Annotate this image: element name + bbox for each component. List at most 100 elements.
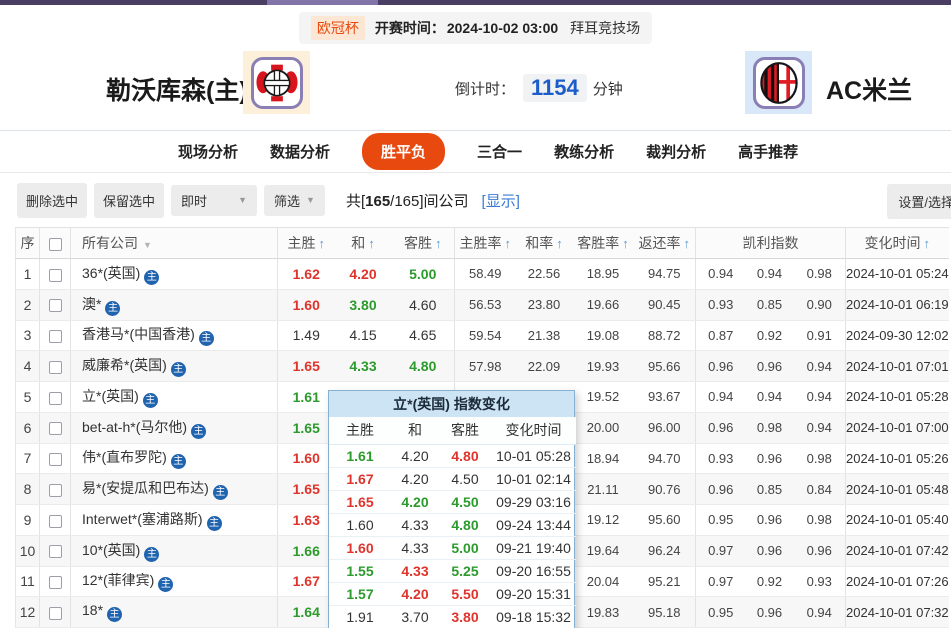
select-all-checkbox[interactable] — [48, 237, 62, 251]
company-filter-icon[interactable]: ▼ — [143, 240, 152, 250]
draw-odds-cell[interactable]: 4.20 — [334, 258, 392, 290]
change-time-cell: 2024-10-01 05:24 — [845, 258, 949, 290]
home-odds-cell[interactable]: 1.62 — [277, 258, 335, 290]
col-home-rate[interactable]: 主胜率 ↑ — [454, 227, 516, 259]
home-odds-cell[interactable]: 1.49 — [277, 320, 335, 352]
home-odds-cell[interactable]: 1.60 — [277, 443, 335, 475]
row-index: 11 — [15, 566, 40, 598]
popup-change-time: 09-29 03:16 — [491, 490, 576, 514]
company-cell[interactable]: 伟*(直布罗陀) 主 — [70, 443, 278, 475]
settings-button[interactable]: 设置/选择 — [887, 184, 951, 219]
nav-tab[interactable]: 高手推荐 — [738, 141, 798, 162]
company-cell[interactable]: 澳* 主 — [70, 289, 278, 321]
row-checkbox[interactable] — [48, 330, 62, 344]
home-odds-cell[interactable]: 1.67 — [277, 566, 335, 598]
home-team-name: 勒沃库森(主) — [106, 77, 248, 105]
nav-tab[interactable]: 裁判分析 — [646, 141, 706, 162]
col-payout[interactable]: 返还率 ↑ — [633, 227, 696, 259]
col-away-rate[interactable]: 客胜率 ↑ — [572, 227, 634, 259]
odds-mode-value: 即时 — [181, 193, 208, 209]
row-index: 7 — [15, 443, 40, 475]
row-checkbox[interactable] — [48, 360, 62, 374]
col-draw-odds[interactable]: 和 ↑ — [334, 227, 392, 259]
col-change-time[interactable]: 变化时间 ↑ — [845, 227, 949, 259]
company-cell[interactable]: 18* 主 — [70, 596, 278, 628]
company-cell[interactable]: 易*(安提瓜和巴布达) 主 — [70, 473, 278, 505]
popup-col-time: 变化时间 — [491, 417, 576, 445]
home-odds-cell[interactable]: 1.64 — [277, 596, 335, 628]
nav-tab[interactable]: 胜平负 — [362, 133, 446, 170]
company-cell[interactable]: 36*(英国) 主 — [70, 258, 278, 290]
filter-dropdown[interactable]: 筛选 ▼ — [264, 184, 325, 216]
kelly-home-cell: 0.97 — [695, 566, 746, 598]
odds-mode-dropdown[interactable]: 即时 ▼ — [171, 184, 258, 216]
row-checkbox[interactable] — [48, 483, 62, 497]
nav-tab[interactable]: 数据分析 — [270, 141, 330, 162]
col-company[interactable]: 所有公司 ▼ — [70, 227, 278, 259]
row-checkbox[interactable] — [48, 453, 62, 467]
venue-name: 拜耳竞技场 — [570, 20, 641, 36]
away-odds-cell[interactable]: 4.60 — [391, 289, 455, 321]
popup-home-odds-cell: 1.57 — [329, 582, 391, 606]
popup-row: 1.65 4.20 4.50 09-29 03:16 — [329, 490, 576, 514]
kelly-away-cell: 0.94 — [793, 412, 846, 444]
home-odds-cell[interactable]: 1.65 — [277, 412, 335, 444]
company-cell[interactable]: 威廉希*(英国) 主 — [70, 350, 278, 382]
nav-tab[interactable]: 现场分析 — [178, 141, 238, 162]
row-checkbox[interactable] — [48, 576, 62, 590]
home-rate-cell: 59.54 — [454, 320, 516, 352]
away-rate-cell: 19.66 — [572, 289, 634, 321]
away-odds-cell[interactable]: 4.65 — [391, 320, 455, 352]
payout-cell: 93.67 — [633, 381, 696, 413]
row-checkbox[interactable] — [48, 545, 62, 559]
row-checkbox[interactable] — [48, 514, 62, 528]
home-odds-cell[interactable]: 1.63 — [277, 504, 335, 536]
home-odds-cell[interactable]: 1.61 — [277, 381, 335, 413]
row-checkbox[interactable] — [48, 268, 62, 282]
company-cell[interactable]: bet-at-h*(马尔他) 主 — [70, 412, 278, 444]
keep-selected-button[interactable]: 保留选中 — [94, 182, 165, 218]
sort-asc-icon: ↑ — [622, 236, 629, 251]
company-cell[interactable]: 立*(英国) 主 — [70, 381, 278, 413]
home-odds-cell[interactable]: 1.60 — [277, 289, 335, 321]
kelly-draw-cell: 0.92 — [745, 320, 794, 352]
popup-away-odds-cell: 4.50 — [439, 467, 491, 491]
col-draw-rate[interactable]: 和率 ↑ — [515, 227, 573, 259]
col-away-odds[interactable]: 客胜 ↑ — [391, 227, 455, 259]
draw-odds-cell[interactable]: 4.33 — [334, 350, 392, 382]
row-select-cell — [39, 566, 71, 598]
row-checkbox[interactable] — [48, 606, 62, 620]
home-rate-cell: 57.98 — [454, 350, 516, 382]
home-odds-cell[interactable]: 1.65 — [277, 350, 335, 382]
row-checkbox[interactable] — [48, 391, 62, 405]
company-cell[interactable]: 香港马*(中国香港) 主 — [70, 320, 278, 352]
company-cell[interactable]: 10*(英国) 主 — [70, 535, 278, 567]
home-odds-cell[interactable]: 1.65 — [277, 473, 335, 505]
away-odds-cell[interactable]: 4.80 — [391, 350, 455, 382]
countdown: 倒计时： 1154 分钟 — [455, 74, 623, 102]
nav-tab[interactable]: 三合一 — [477, 141, 522, 162]
away-team-logo — [745, 51, 812, 114]
show-link[interactable]: [显示] — [482, 190, 520, 211]
home-badge-icon: 主 — [158, 577, 174, 593]
home-team-logo-frame — [250, 56, 303, 109]
delete-selected-button[interactable]: 删除选中 — [17, 182, 88, 218]
row-checkbox[interactable] — [48, 299, 62, 313]
change-time-cell: 2024-10-01 06:19 — [845, 289, 949, 321]
company-cell[interactable]: 12*(菲律宾) 主 — [70, 566, 278, 598]
row-index: 5 — [15, 381, 40, 413]
company-cell[interactable]: Interwet*(塞浦路斯) 主 — [70, 504, 278, 536]
nav-tab[interactable]: 教练分析 — [554, 141, 614, 162]
col-home-odds[interactable]: 主胜 ↑ — [277, 227, 335, 259]
away-odds-cell[interactable]: 5.00 — [391, 258, 455, 290]
col-away-label: 客胜 — [404, 235, 432, 251]
kickoff-time: 2024-10-02 03:00 — [446, 20, 559, 36]
league-badge: 欧冠杯 — [310, 16, 365, 40]
sort-asc-icon: ↑ — [504, 236, 512, 251]
draw-odds-cell[interactable]: 4.15 — [334, 320, 392, 352]
popup-table: 主胜 和 客胜 变化时间 1.61 4.20 4.80 10-01 05:28 … — [329, 417, 576, 628]
home-odds-cell[interactable]: 1.66 — [277, 535, 335, 567]
draw-odds-cell[interactable]: 3.80 — [334, 289, 392, 321]
row-checkbox[interactable] — [48, 422, 62, 436]
popup-away-odds: 5.25 — [451, 562, 479, 579]
